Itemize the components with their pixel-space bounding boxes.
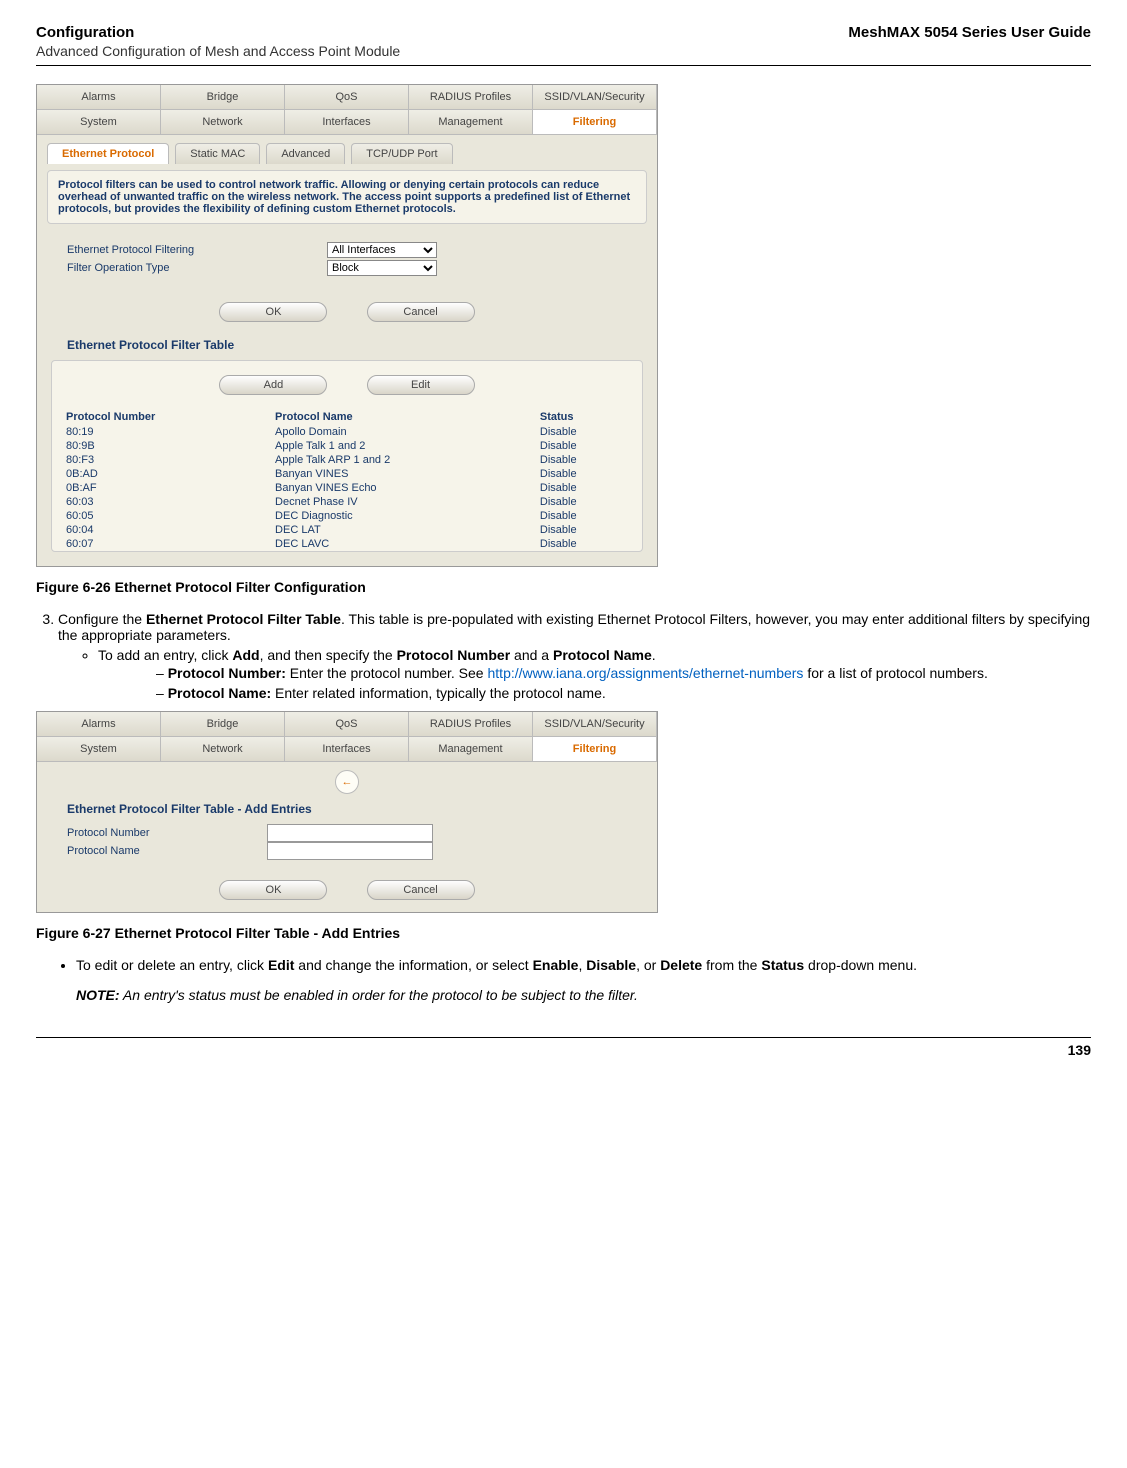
table-row: 60:07DEC LAVCDisable [62, 537, 632, 551]
tab-bridge[interactable]: Bridge [161, 712, 285, 736]
tab-management[interactable]: Management [409, 737, 533, 761]
col-protocol-name: Protocol Name [271, 409, 536, 425]
table-row: 60:04DEC LATDisable [62, 523, 632, 537]
tab-management[interactable]: Management [409, 110, 533, 134]
col-protocol-number: Protocol Number [62, 409, 271, 425]
tab-alarms[interactable]: Alarms [37, 85, 161, 109]
back-arrow-row: ← [37, 762, 657, 798]
label-protocol-name: Protocol Name [67, 845, 267, 857]
table-row: 0B:AFBanyan VINES EchoDisable [62, 481, 632, 495]
tab-row-1: Alarms Bridge QoS RADIUS Profiles SSID/V… [37, 712, 657, 737]
tab-qos[interactable]: QoS [285, 712, 409, 736]
tab-ssid-vlan-security[interactable]: SSID/VLAN/Security [533, 85, 657, 109]
protocol-filter-table: Protocol Number Protocol Name Status 80:… [62, 409, 632, 551]
cancel-button[interactable]: Cancel [367, 880, 475, 900]
tab-qos[interactable]: QoS [285, 85, 409, 109]
ok-button[interactable]: OK [219, 302, 327, 322]
tab-interfaces[interactable]: Interfaces [285, 737, 409, 761]
tab-network[interactable]: Network [161, 110, 285, 134]
page-number: 139 [1068, 1042, 1091, 1058]
figure-6-26-screenshot: Alarms Bridge QoS RADIUS Profiles SSID/V… [36, 84, 658, 567]
figure-6-27-caption: Figure 6-27 Ethernet Protocol Filter Tab… [36, 925, 1091, 941]
tab-bridge[interactable]: Bridge [161, 85, 285, 109]
bullet-add-entry: To add an entry, click Add, and then spe… [98, 647, 1091, 701]
add-entries-title: Ethernet Protocol Filter Table - Add Ent… [37, 798, 657, 820]
tab-system[interactable]: System [37, 737, 161, 761]
tab-row-1: Alarms Bridge QoS RADIUS Profiles SSID/V… [37, 85, 657, 110]
tab-ssid-vlan-security[interactable]: SSID/VLAN/Security [533, 712, 657, 736]
tab-filtering[interactable]: Filtering [533, 110, 657, 134]
header-rule [36, 65, 1091, 66]
subtab-tcp-udp-port[interactable]: TCP/UDP Port [351, 143, 452, 164]
table-container: Add Edit Protocol Number Protocol Name S… [51, 360, 643, 552]
tab-network[interactable]: Network [161, 737, 285, 761]
tab-radius-profiles[interactable]: RADIUS Profiles [409, 85, 533, 109]
table-header-row: Protocol Number Protocol Name Status [62, 409, 632, 425]
add-entries-form: Protocol Number Protocol Name [37, 820, 657, 872]
table-row: 80:9BApple Talk 1 and 2Disable [62, 439, 632, 453]
dash-protocol-name: Protocol Name: Enter related information… [156, 685, 1091, 701]
input-protocol-number[interactable] [267, 824, 433, 842]
label-ethernet-protocol-filtering: Ethernet Protocol Filtering [67, 244, 327, 256]
label-filter-operation-type: Filter Operation Type [67, 262, 327, 274]
tab-interfaces[interactable]: Interfaces [285, 110, 409, 134]
edit-button[interactable]: Edit [367, 375, 475, 395]
cancel-button[interactable]: Cancel [367, 302, 475, 322]
table-row: 60:05DEC DiagnosticDisable [62, 509, 632, 523]
back-arrow-icon[interactable]: ← [335, 770, 359, 794]
header-sub: Advanced Configuration of Mesh and Acces… [36, 43, 1091, 59]
add-button[interactable]: Add [219, 375, 327, 395]
bullet-edit-delete: To edit or delete an entry, click Edit a… [76, 957, 1091, 973]
note: NOTE: An entry's status must be enabled … [76, 987, 1091, 1003]
subtab-static-mac[interactable]: Static MAC [175, 143, 260, 164]
dash-protocol-number: Protocol Number: Enter the protocol numb… [156, 665, 1091, 681]
subtab-advanced[interactable]: Advanced [266, 143, 345, 164]
page-footer: 139 [36, 1037, 1091, 1058]
tab-row-2: System Network Interfaces Management Fil… [37, 110, 657, 135]
select-filter-operation-type[interactable]: Block [327, 260, 437, 276]
header-right: MeshMAX 5054 Series User Guide [848, 24, 1091, 41]
table-row: 80:19Apollo DomainDisable [62, 425, 632, 439]
subtab-ethernet-protocol[interactable]: Ethernet Protocol [47, 143, 169, 164]
form-area: Ethernet Protocol Filtering All Interfac… [37, 234, 657, 294]
step-3: Configure the Ethernet Protocol Filter T… [58, 611, 1091, 701]
tab-row-2: System Network Interfaces Management Fil… [37, 737, 657, 762]
tab-alarms[interactable]: Alarms [37, 712, 161, 736]
ok-button[interactable]: OK [219, 880, 327, 900]
subtab-row: Ethernet Protocol Static MAC Advanced TC… [37, 135, 657, 164]
tab-system[interactable]: System [37, 110, 161, 134]
table-title: Ethernet Protocol Filter Table [37, 334, 657, 356]
iana-link[interactable]: http://www.iana.org/assignments/ethernet… [488, 665, 804, 681]
label-protocol-number: Protocol Number [67, 827, 267, 839]
tab-radius-profiles[interactable]: RADIUS Profiles [409, 712, 533, 736]
tab-filtering[interactable]: Filtering [533, 737, 657, 761]
col-status: Status [536, 409, 632, 425]
table-row: 0B:ADBanyan VINESDisable [62, 467, 632, 481]
figure-6-26-caption: Figure 6-26 Ethernet Protocol Filter Con… [36, 579, 1091, 595]
description-box: Protocol filters can be used to control … [47, 170, 647, 224]
header-left: Configuration [36, 24, 134, 41]
input-protocol-name[interactable] [267, 842, 433, 860]
table-row: 60:03Decnet Phase IVDisable [62, 495, 632, 509]
select-ethernet-protocol-filtering[interactable]: All Interfaces [327, 242, 437, 258]
table-row: 80:F3Apple Talk ARP 1 and 2Disable [62, 453, 632, 467]
figure-6-27-screenshot: Alarms Bridge QoS RADIUS Profiles SSID/V… [36, 711, 658, 913]
